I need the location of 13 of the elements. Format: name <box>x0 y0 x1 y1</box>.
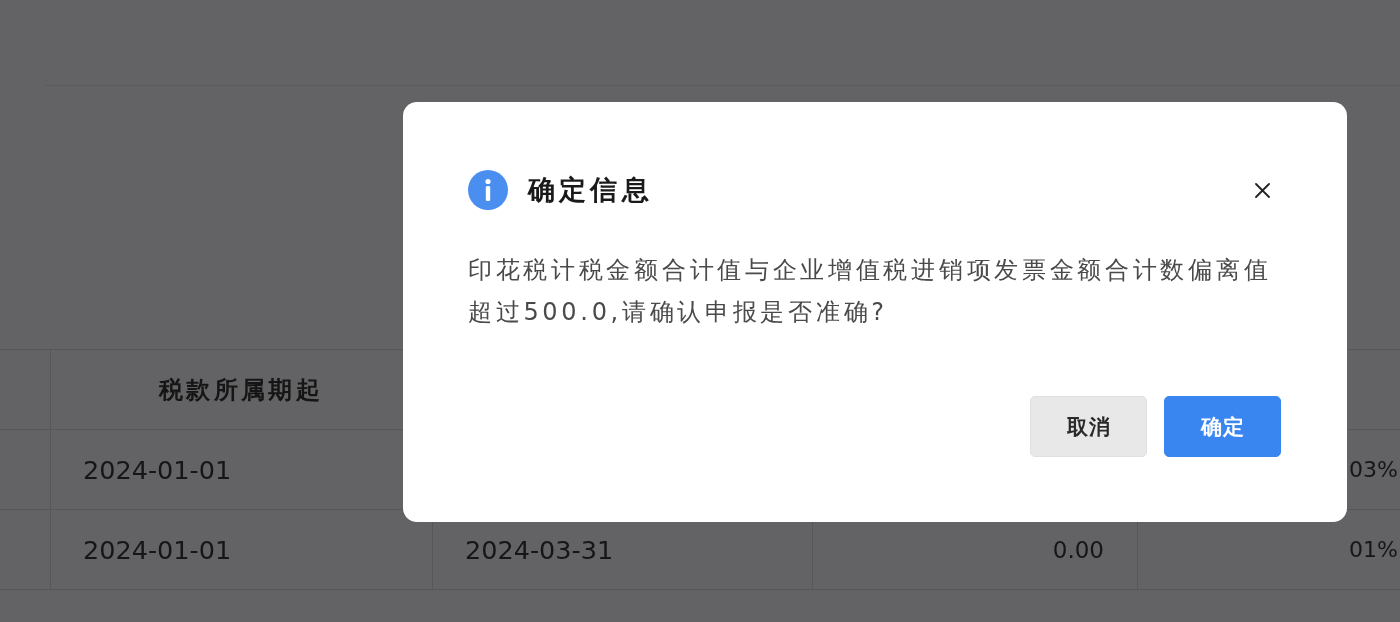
confirm-button[interactable]: 确定 <box>1164 396 1281 457</box>
dialog-message: 印花税计税金额合计值与企业增值税进销项发票金额合计数偏离值超过500.0,请确认申报是否准确? <box>468 255 1273 328</box>
table-cell: 2024-01-01 <box>83 534 232 565</box>
dialog-title: 确定信息 <box>528 173 653 207</box>
cancel-button[interactable]: 取消 <box>1030 396 1147 457</box>
table-cell: 2024-03-31 <box>465 534 614 565</box>
table-cell: 0.00 <box>1052 536 1104 563</box>
table-cell: 03% <box>1349 457 1398 482</box>
column-header: 税款所属期起 <box>159 374 323 406</box>
close-icon[interactable] <box>1255 182 1270 198</box>
table-cell: 2024-01-01 <box>83 454 232 485</box>
info-icon <box>468 170 508 210</box>
table-cell: 01% <box>1349 537 1398 562</box>
